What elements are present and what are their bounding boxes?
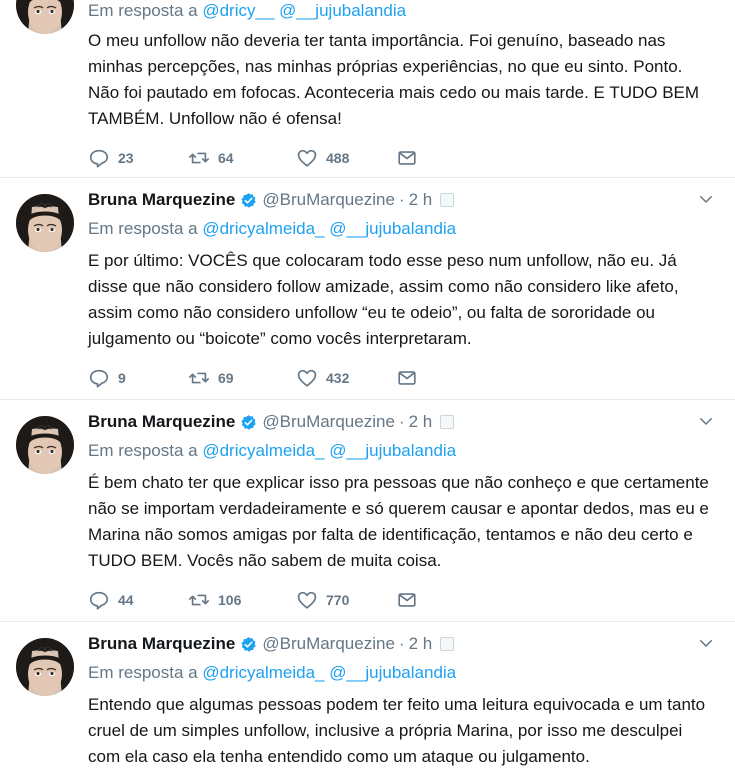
translate-icon bbox=[440, 193, 455, 207]
retweet-button[interactable]: 64 bbox=[188, 147, 296, 169]
tweet-text: E por último: VOCÊS que colocaram todo e… bbox=[88, 251, 679, 348]
tweet-text: Entendo que algumas pessoas podem ter fe… bbox=[88, 695, 706, 766]
reply-count: 9 bbox=[118, 370, 126, 386]
reply-mention-link[interactable]: @__jujubalandia bbox=[329, 441, 456, 460]
like-icon bbox=[297, 149, 317, 167]
reply-button[interactable]: 23 bbox=[88, 147, 188, 169]
chevron-down-icon[interactable] bbox=[697, 634, 715, 652]
translate-icon bbox=[440, 415, 455, 429]
reply-count: 23 bbox=[118, 150, 134, 166]
retweet-button[interactable]: 69 bbox=[188, 367, 296, 389]
reply-context: Em resposta a @dricyalmeida_ @__jujubala… bbox=[88, 660, 715, 686]
dm-icon bbox=[398, 151, 416, 165]
chevron-down-icon[interactable] bbox=[697, 190, 715, 208]
reply-context: Em resposta a @dricyalmeida_ @__jujubala… bbox=[88, 216, 715, 242]
direct-message-button[interactable] bbox=[396, 589, 418, 611]
reply-prefix: Em resposta a bbox=[88, 219, 198, 238]
reply-mention-link[interactable]: @dricy__ bbox=[202, 1, 274, 20]
reply-mention-link[interactable]: @__jujubalandia bbox=[329, 219, 456, 238]
like-count: 770 bbox=[326, 592, 350, 608]
reply-prefix: Em resposta a bbox=[88, 441, 198, 460]
user-handle[interactable]: @BruMarquezine bbox=[262, 412, 395, 432]
timestamp[interactable]: 2 h bbox=[409, 412, 433, 432]
timestamp[interactable]: 2 h bbox=[409, 190, 433, 210]
tweet-actions: 23 64 488 bbox=[88, 146, 715, 170]
tweet[interactable]: Em resposta a @dricy__ @__jujubalandia O… bbox=[0, 0, 735, 178]
retweet-button[interactable]: 106 bbox=[188, 589, 296, 611]
reply-mention-link[interactable]: @dricyalmeida_ bbox=[202, 441, 324, 460]
tweet-actions: 9 69 432 bbox=[88, 366, 715, 390]
timestamp[interactable]: 2 h bbox=[409, 634, 433, 654]
tweet-header: Bruna Marquezine @BruMarquezine · 2 h bbox=[88, 410, 715, 434]
reply-context: Em resposta a @dricyalmeida_ @__jujubala… bbox=[88, 438, 715, 464]
reply-icon bbox=[89, 591, 109, 610]
user-handle[interactable]: @BruMarquezine bbox=[262, 190, 395, 210]
retweet-icon bbox=[189, 372, 209, 384]
reply-button[interactable]: 44 bbox=[88, 589, 188, 611]
like-button[interactable]: 770 bbox=[296, 589, 396, 611]
reply-mention-link[interactable]: @dricyalmeida_ bbox=[202, 663, 324, 682]
reply-mention-link[interactable]: @__jujubalandia bbox=[329, 663, 456, 682]
like-count: 488 bbox=[326, 150, 350, 166]
display-name[interactable]: Bruna Marquezine bbox=[88, 634, 235, 654]
tweet[interactable]: Bruna Marquezine @BruMarquezine · 2 h Em… bbox=[0, 622, 735, 784]
separator-dot: · bbox=[398, 412, 405, 431]
dm-icon bbox=[398, 593, 416, 607]
chevron-down-icon[interactable] bbox=[697, 412, 715, 430]
reply-prefix: Em resposta a bbox=[88, 663, 198, 682]
reply-mention-link[interactable]: @__jujubalandia bbox=[279, 1, 406, 20]
verified-icon bbox=[241, 414, 257, 430]
retweet-count: 69 bbox=[218, 370, 234, 386]
verified-icon bbox=[241, 636, 257, 652]
retweet-icon bbox=[189, 152, 209, 164]
reply-count: 44 bbox=[118, 592, 134, 608]
avatar[interactable] bbox=[16, 638, 74, 696]
reply-button[interactable]: 9 bbox=[88, 367, 188, 389]
tweet[interactable]: Bruna Marquezine @BruMarquezine · 2 h Em… bbox=[0, 178, 735, 400]
direct-message-button[interactable] bbox=[396, 147, 418, 169]
tweet-text: O meu unfollow não deveria ter tanta imp… bbox=[88, 31, 700, 128]
retweet-count: 64 bbox=[218, 150, 234, 166]
reply-mention-link[interactable]: @dricyalmeida_ bbox=[202, 219, 324, 238]
direct-message-button[interactable] bbox=[396, 367, 418, 389]
separator-dot: · bbox=[398, 190, 405, 209]
user-handle[interactable]: @BruMarquezine bbox=[262, 634, 395, 654]
reply-context: Em resposta a @dricy__ @__jujubalandia bbox=[88, 0, 715, 24]
like-button[interactable]: 432 bbox=[296, 367, 396, 389]
avatar[interactable] bbox=[16, 0, 74, 34]
translate-icon bbox=[440, 637, 455, 651]
avatar[interactable] bbox=[16, 194, 74, 252]
retweet-icon bbox=[189, 594, 209, 606]
separator-dot: · bbox=[398, 634, 405, 653]
reply-icon bbox=[89, 369, 109, 388]
display-name[interactable]: Bruna Marquezine bbox=[88, 412, 235, 432]
verified-icon bbox=[241, 192, 257, 208]
dm-icon bbox=[398, 371, 416, 385]
like-button[interactable]: 488 bbox=[296, 147, 396, 169]
tweet-text: É bem chato ter que explicar isso pra pe… bbox=[88, 473, 709, 570]
like-count: 432 bbox=[326, 370, 350, 386]
like-icon bbox=[297, 591, 317, 609]
tweet-header: Bruna Marquezine @BruMarquezine · 2 h bbox=[88, 632, 715, 656]
avatar[interactable] bbox=[16, 416, 74, 474]
tweet-actions: 44 106 770 bbox=[88, 588, 715, 612]
like-icon bbox=[297, 369, 317, 387]
tweet-header: Bruna Marquezine @BruMarquezine · 2 h bbox=[88, 188, 715, 212]
tweet[interactable]: Bruna Marquezine @BruMarquezine · 2 h Em… bbox=[0, 400, 735, 622]
retweet-count: 106 bbox=[218, 592, 242, 608]
reply-icon bbox=[89, 149, 109, 168]
display-name[interactable]: Bruna Marquezine bbox=[88, 190, 235, 210]
reply-prefix: Em resposta a bbox=[88, 1, 198, 20]
